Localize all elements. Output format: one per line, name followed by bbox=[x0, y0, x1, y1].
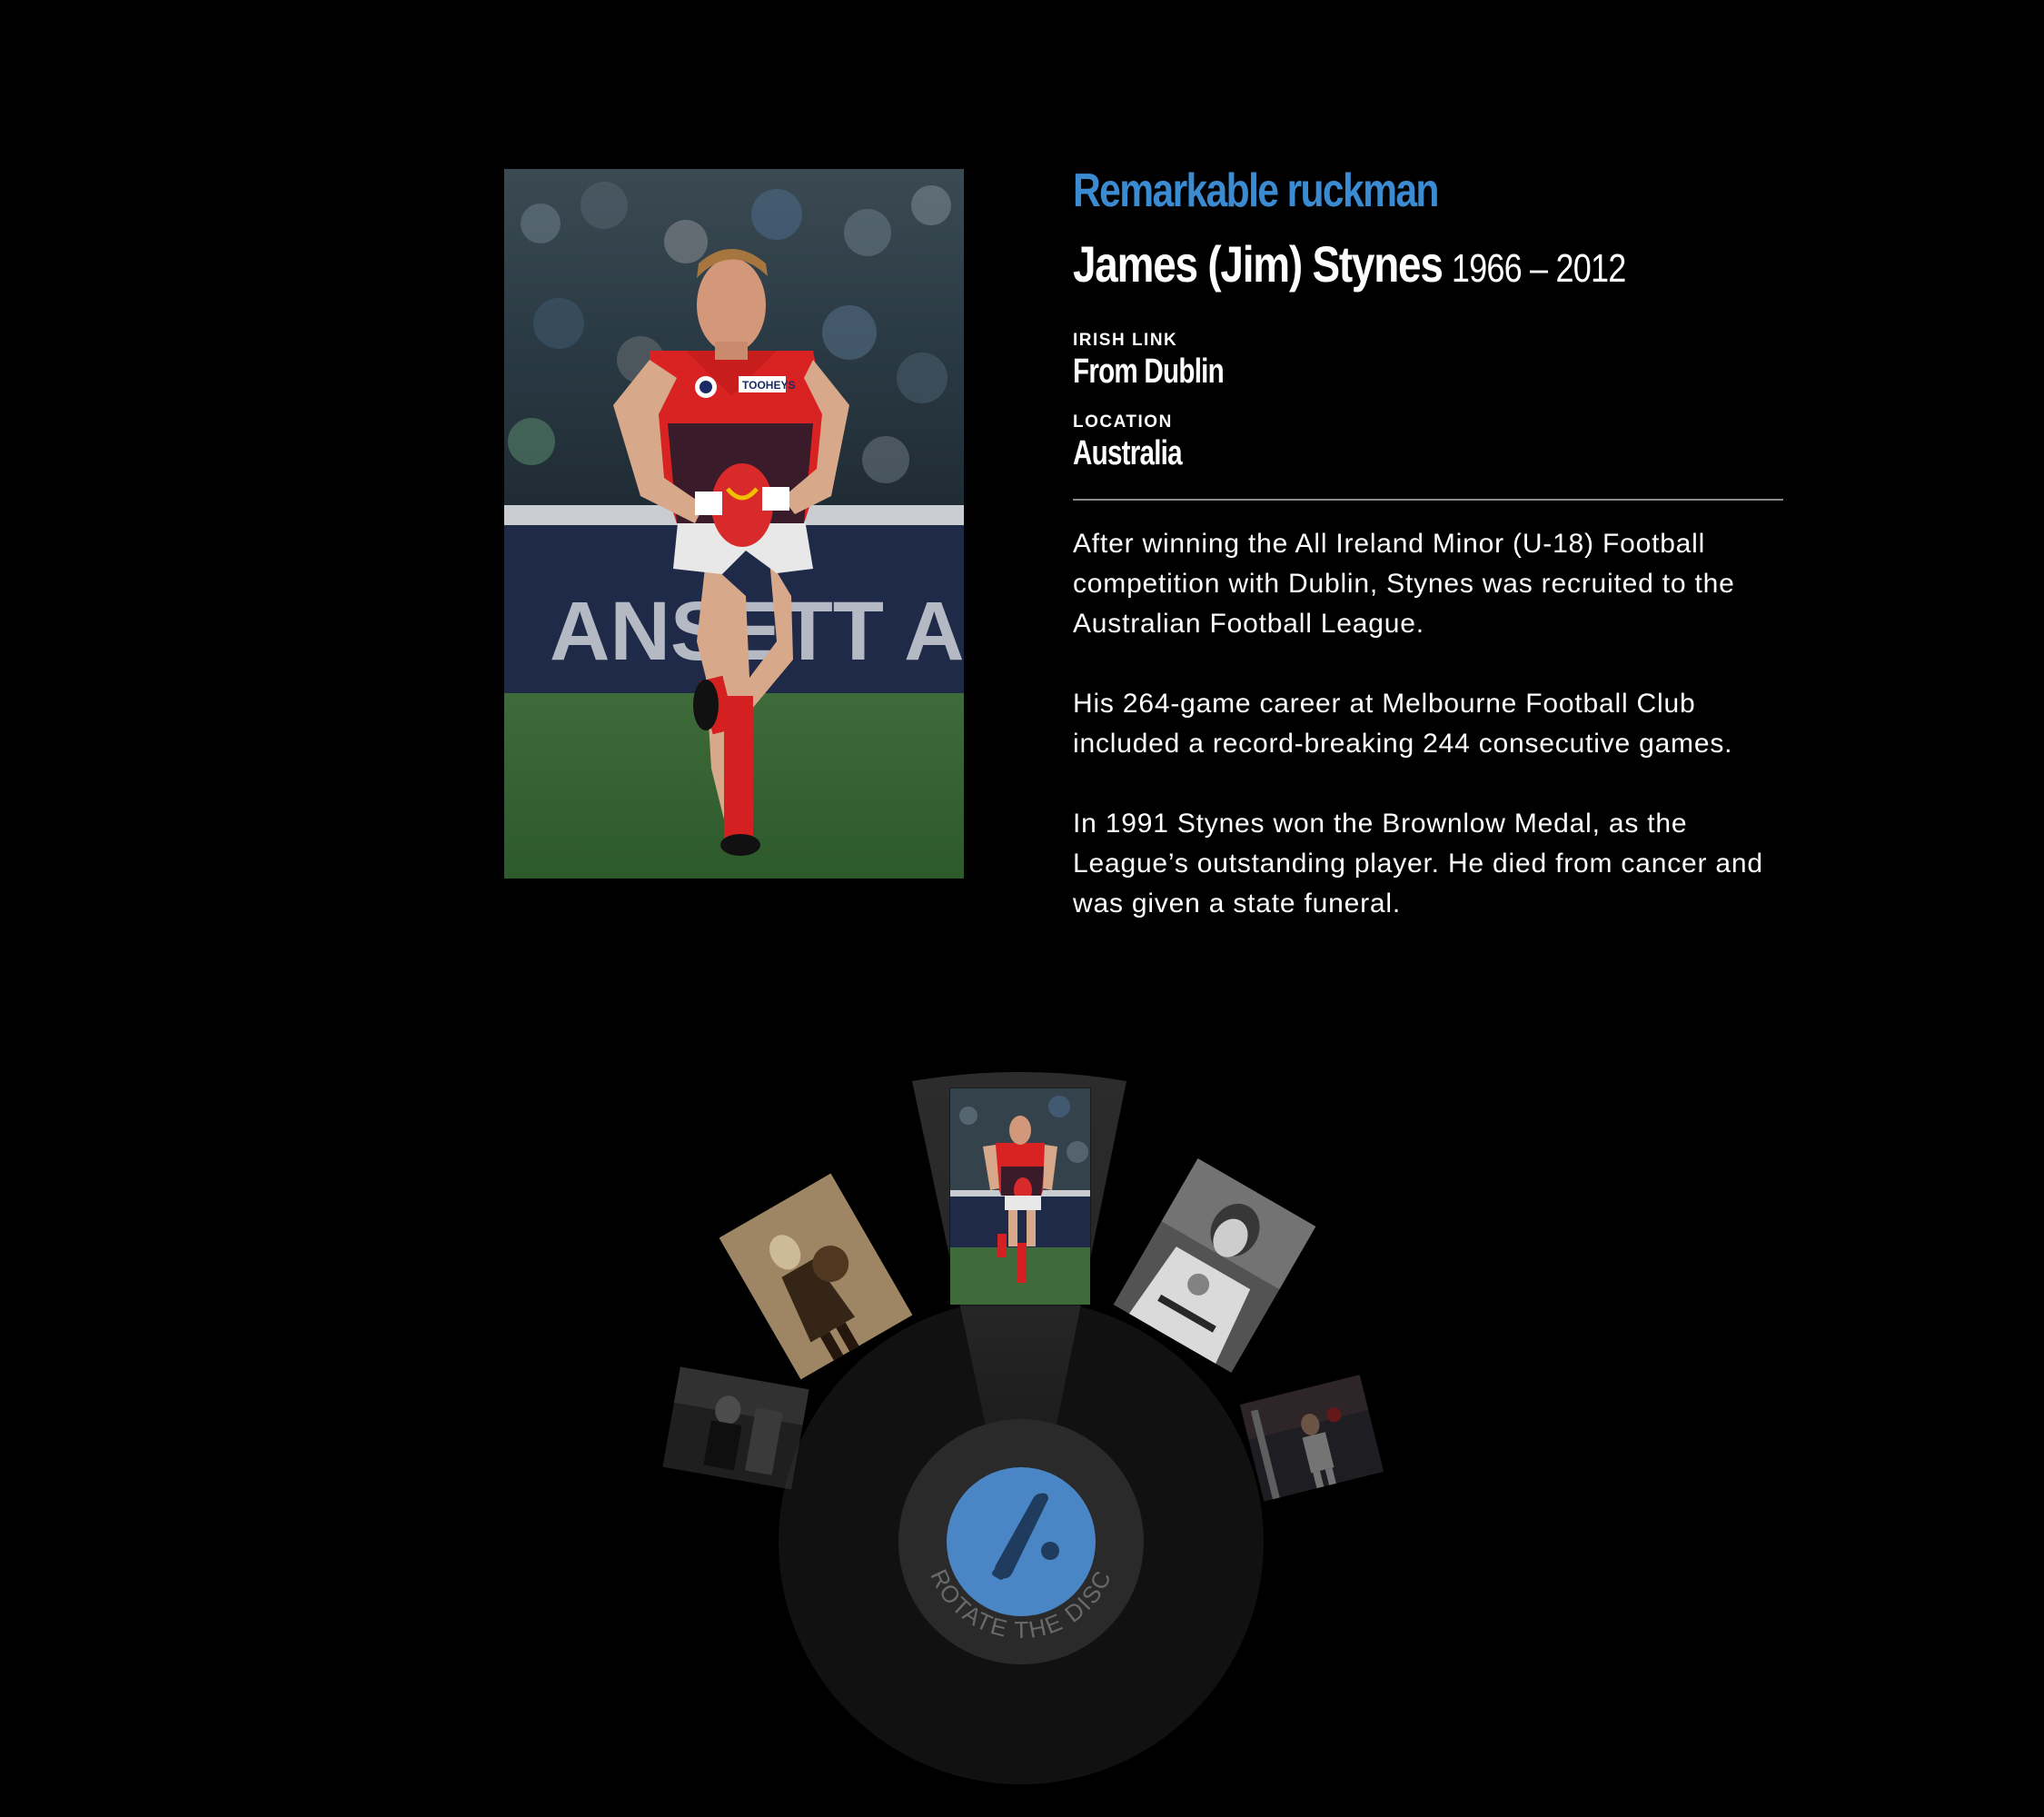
jersey-text: TOOHEYS bbox=[742, 379, 795, 392]
irish-link-label: IRISH LINK bbox=[1073, 331, 1178, 350]
irish-link-value: From Dublin bbox=[1073, 352, 1225, 391]
divider bbox=[1073, 499, 1783, 501]
feature-headline: Remarkable ruckman bbox=[1073, 164, 1439, 217]
irish-link-block: IRISH LINK From Dublin bbox=[1073, 330, 1783, 392]
bio-paragraph: His 264-game career at Melbourne Footbal… bbox=[1073, 689, 1733, 759]
location-value: Australia bbox=[1073, 434, 1183, 472]
page: ANSETT AUSTRA TOOHEYS bbox=[0, 0, 2044, 1817]
name-row: James (Jim) Stynes 1966 – 2012 bbox=[1073, 236, 1655, 306]
person-years: 1966 – 2012 bbox=[1451, 246, 1626, 291]
disc-carousel: ROTATE THE DISC bbox=[0, 1045, 2044, 1817]
feature-info: Remarkable ruckman James (Jim) Stynes 19… bbox=[1073, 164, 1783, 964]
rotate-disc-control[interactable]: ROTATE THE DISC bbox=[885, 1405, 1157, 1678]
location-label: LOCATION bbox=[1073, 412, 1173, 432]
location-block: LOCATION Australia bbox=[1073, 412, 1783, 473]
feature-photo: ANSETT AUSTRA TOOHEYS bbox=[504, 169, 964, 879]
bio-paragraph: After winning the All Ireland Minor (U-1… bbox=[1073, 529, 1735, 639]
bio-paragraph: In 1991 Stynes won the Brownlow Medal, a… bbox=[1073, 809, 1763, 918]
thumb-center[interactable] bbox=[950, 1088, 1090, 1305]
biography: After winning the All Ireland Minor (U-1… bbox=[1073, 524, 1783, 924]
person-name: James (Jim) Stynes bbox=[1073, 235, 1444, 293]
banner-text: ANSETT AUSTRA bbox=[550, 585, 964, 678]
